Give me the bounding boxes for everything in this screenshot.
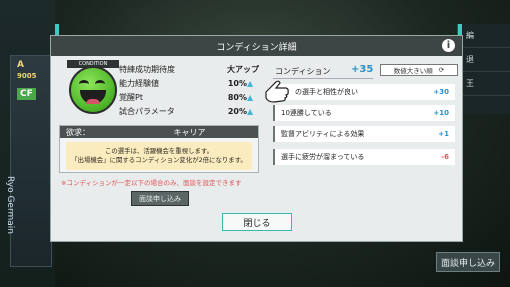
condition-total: +35	[351, 64, 374, 75]
condition-label: コンディション	[275, 67, 331, 76]
condition-item-label: 10連勝している	[281, 109, 332, 117]
info-icon[interactable]: i	[442, 39, 455, 52]
player-name: Ryo Germain	[5, 176, 15, 234]
pointing-hand-icon	[265, 80, 289, 103]
condition-item-value: -6	[441, 153, 449, 161]
desire-header: 欲求： キャリア	[60, 126, 258, 138]
player-card[interactable]: A 9005 CF Ryo Germain	[5, 55, 52, 267]
close-button[interactable]: 閉じる	[222, 213, 292, 231]
condition-item-value: +10	[433, 109, 449, 117]
stat-row: 試合パラメータ 20% ▲	[119, 105, 259, 118]
condition-detail-modal: コンディション詳細 i CONDITION 特練成功期待度 大アップ 能力経験値…	[50, 35, 463, 242]
refresh-icon: ⟳	[438, 66, 445, 74]
condition-item-label: 選手に疲労が溜まっている	[281, 153, 365, 161]
stat-row: 特練成功期待度 大アップ	[119, 63, 259, 76]
up-arrow-icon: ▲	[247, 93, 254, 102]
grinning-face-icon	[69, 66, 117, 114]
condition-item: の選手と相性が良い +30	[273, 84, 455, 100]
player-position: CF	[17, 88, 36, 100]
stat-row: 覚醒Pt 80% ▲	[119, 91, 259, 104]
stat-value: 20%	[227, 107, 247, 116]
condition-header: コンディション +35 数値大きい順 ⟳	[273, 64, 459, 77]
eye-icon	[79, 80, 89, 88]
up-arrow-icon: ▲	[247, 107, 254, 116]
desire-key: 欲求：	[66, 127, 90, 137]
interview-warning: ※コンディションが一定以下の場合のみ、面談を設定できます	[61, 179, 242, 187]
up-arrow-icon: ▲	[247, 79, 254, 88]
background-side-menu: 編 退 王	[457, 24, 510, 114]
player-number: 9005	[17, 72, 37, 80]
condition-item: 監督アビリティによる効果 +1	[273, 126, 455, 142]
sort-label: 数値大きい順	[393, 67, 433, 75]
side-menu-item[interactable]: 編	[458, 24, 510, 48]
condition-item: 10連勝している +10	[273, 105, 455, 121]
stat-label: 試合パラメータ	[119, 107, 175, 116]
modal-title: コンディション詳細	[216, 42, 297, 53]
interview-button[interactable]: 面談申し込み	[131, 191, 189, 206]
side-menu-item[interactable]: 退	[458, 48, 510, 72]
stat-row: 能力経験値 10% ▲	[119, 77, 259, 90]
side-menu-item[interactable]: 王	[458, 72, 510, 96]
stat-value: 10%	[227, 79, 247, 88]
stat-value: 大アップ	[227, 65, 259, 74]
stat-value: 80%	[227, 93, 247, 102]
stat-label: 覚醒Pt	[119, 93, 143, 102]
modal-header: コンディション詳細 i	[51, 36, 462, 56]
condition-item: 選手に疲労が溜まっている -6	[273, 149, 455, 165]
condition-item-label: 監督アビリティによる効果	[281, 130, 365, 138]
condition-item-value: +1	[438, 130, 449, 138]
background-interview-button[interactable]: 面談申し込み	[436, 252, 500, 272]
eye-icon	[95, 80, 105, 88]
player-rating: A	[17, 60, 24, 70]
desire-value: キャリア	[173, 127, 206, 137]
sort-button[interactable]: 数値大きい順 ⟳	[380, 64, 458, 76]
mouth-icon	[80, 90, 106, 104]
desire-message-line: 「出場機会」に関するコンディション変化が2倍になります。	[71, 156, 247, 164]
desire-box: 欲求： キャリア この選手は、活躍機会を重視します。 「出場機会」に関するコンデ…	[59, 125, 259, 173]
condition-item-value: +30	[433, 88, 449, 96]
desire-message-line: この選手は、活躍機会を重視します。	[105, 147, 213, 155]
condition-item-label: の選手と相性が良い	[295, 88, 358, 96]
stat-label: 能力経験値	[119, 79, 159, 88]
stat-label: 特練成功期待度	[119, 65, 175, 74]
desire-message: この選手は、活躍機会を重視します。 「出場機会」に関するコンディション変化が2倍…	[66, 142, 252, 170]
